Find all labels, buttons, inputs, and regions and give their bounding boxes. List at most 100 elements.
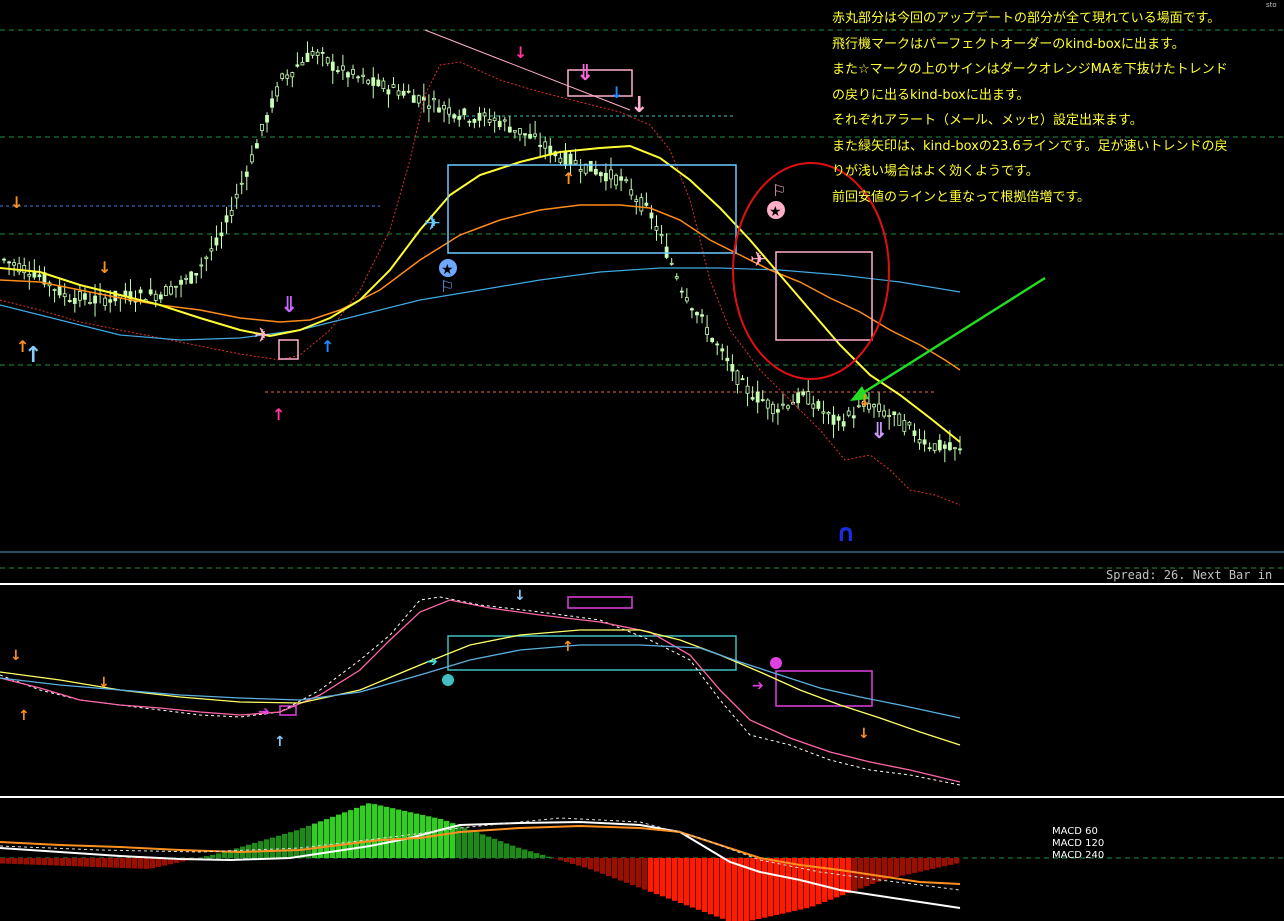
macd-bar: [150, 858, 156, 869]
star-icons: ★ ⚐ ★ ⚐: [439, 181, 786, 296]
candle-body: [356, 76, 360, 79]
candle-body: [710, 337, 715, 343]
macd-bar: [936, 858, 942, 868]
macd-bar: [678, 858, 684, 904]
candle-body: [927, 447, 932, 450]
candle-body: [174, 285, 178, 288]
macd-bar: [120, 858, 126, 868]
candle-body: [634, 199, 639, 202]
macd-bar: [480, 834, 486, 858]
candle-body: [502, 119, 507, 122]
candle-body: [770, 403, 775, 414]
macd-bar: [864, 858, 870, 887]
macd-bar: [906, 858, 912, 875]
right-arrow-icon: ➔: [258, 704, 270, 720]
candle-body: [624, 179, 629, 182]
candle-body: [265, 115, 269, 123]
macd-bar: [0, 858, 6, 864]
macd-bar: [48, 858, 54, 866]
candle-body: [942, 444, 947, 449]
macd-bar: [342, 812, 348, 858]
candle-body: [32, 272, 37, 278]
candle-body: [163, 286, 168, 297]
candle-body: [654, 226, 659, 231]
osc-pink-line: [0, 599, 961, 783]
candle-body: [305, 52, 310, 63]
macd-bar: [942, 858, 948, 867]
macd-bar: [42, 858, 48, 866]
candle-body: [573, 160, 578, 165]
candle-body: [148, 289, 153, 295]
macd-bar: [216, 853, 222, 858]
macd-bar: [774, 858, 780, 915]
candle-body: [776, 409, 780, 413]
macd-bar: [876, 858, 882, 882]
macd-bar: [576, 858, 582, 866]
candle-body: [219, 232, 224, 237]
macd-bar: [726, 858, 732, 921]
candle-body: [750, 397, 755, 400]
macd-bar: [138, 858, 144, 869]
macd-bar: [582, 858, 588, 868]
macd-bar: [390, 808, 396, 858]
macd-bar: [564, 858, 570, 863]
up-arrow-icon: ↑: [562, 639, 574, 655]
candle-body: [472, 119, 477, 123]
macd-bar: [636, 858, 642, 888]
candle-body: [482, 112, 487, 117]
candle-body: [523, 133, 527, 136]
macd-bar: [24, 858, 30, 865]
candle-body: [477, 112, 482, 121]
candle-body: [922, 439, 927, 445]
candle-body: [629, 189, 634, 196]
airplane-icon: ✈: [254, 323, 271, 347]
oscillator-panel: ↓ ↓ ↑ ↑ ↓ ↑ ↓ ➔ ➔ ➔: [0, 588, 961, 786]
candle-body: [401, 90, 406, 96]
macd-bar: [360, 805, 366, 858]
down-arrow-icon: ↓: [98, 675, 110, 691]
down-arrow-icon: ⇓: [280, 293, 298, 318]
svg-text:★: ★: [441, 262, 454, 278]
airplane-icons: ✈ ✈ ✈: [254, 211, 767, 347]
macd-bar: [630, 858, 636, 886]
candle-body: [674, 276, 679, 279]
candle-body: [351, 68, 355, 75]
macd-bar: [792, 858, 798, 911]
candle-body: [497, 120, 502, 128]
candle-body: [27, 273, 32, 277]
candle-body: [93, 295, 97, 304]
candle-body: [730, 364, 735, 372]
macd-bar: [12, 858, 18, 864]
macd-bar: [126, 858, 132, 869]
macd-bar: [768, 858, 774, 917]
airplane-icon: ✈: [750, 247, 767, 271]
up-arrow-icon: ↑: [24, 343, 42, 368]
macd-bar: [888, 858, 894, 879]
green-arrow: [850, 276, 1046, 401]
candle-body: [270, 98, 274, 108]
candle-body: [391, 84, 396, 88]
macd-bar: [756, 858, 762, 920]
macd-bar: [870, 858, 876, 884]
candle-body: [376, 79, 381, 87]
candle-body: [406, 90, 411, 93]
macd-label: MACD 240: [1052, 850, 1105, 861]
macd-bar: [72, 858, 78, 867]
candle-body: [280, 73, 285, 79]
candle-body: [67, 299, 72, 303]
candle-body: [892, 411, 897, 416]
candle-body: [507, 126, 512, 133]
candle-body: [300, 61, 305, 66]
annotation-line: 赤丸部分は今回のアップデートの部分が全て現れている場面です。: [832, 11, 1221, 26]
candle-body: [846, 410, 851, 416]
macd-bar: [702, 858, 708, 913]
candle-body: [877, 403, 881, 412]
candle-body: [37, 274, 42, 278]
up-arrow-icon: ↑: [321, 337, 334, 356]
down-arrow-icon: ↓: [514, 588, 526, 604]
candle-body: [295, 64, 300, 67]
macd-bar: [444, 820, 450, 858]
macd-bar: [750, 858, 756, 921]
candle-body: [103, 297, 108, 306]
candle-body: [290, 72, 295, 78]
